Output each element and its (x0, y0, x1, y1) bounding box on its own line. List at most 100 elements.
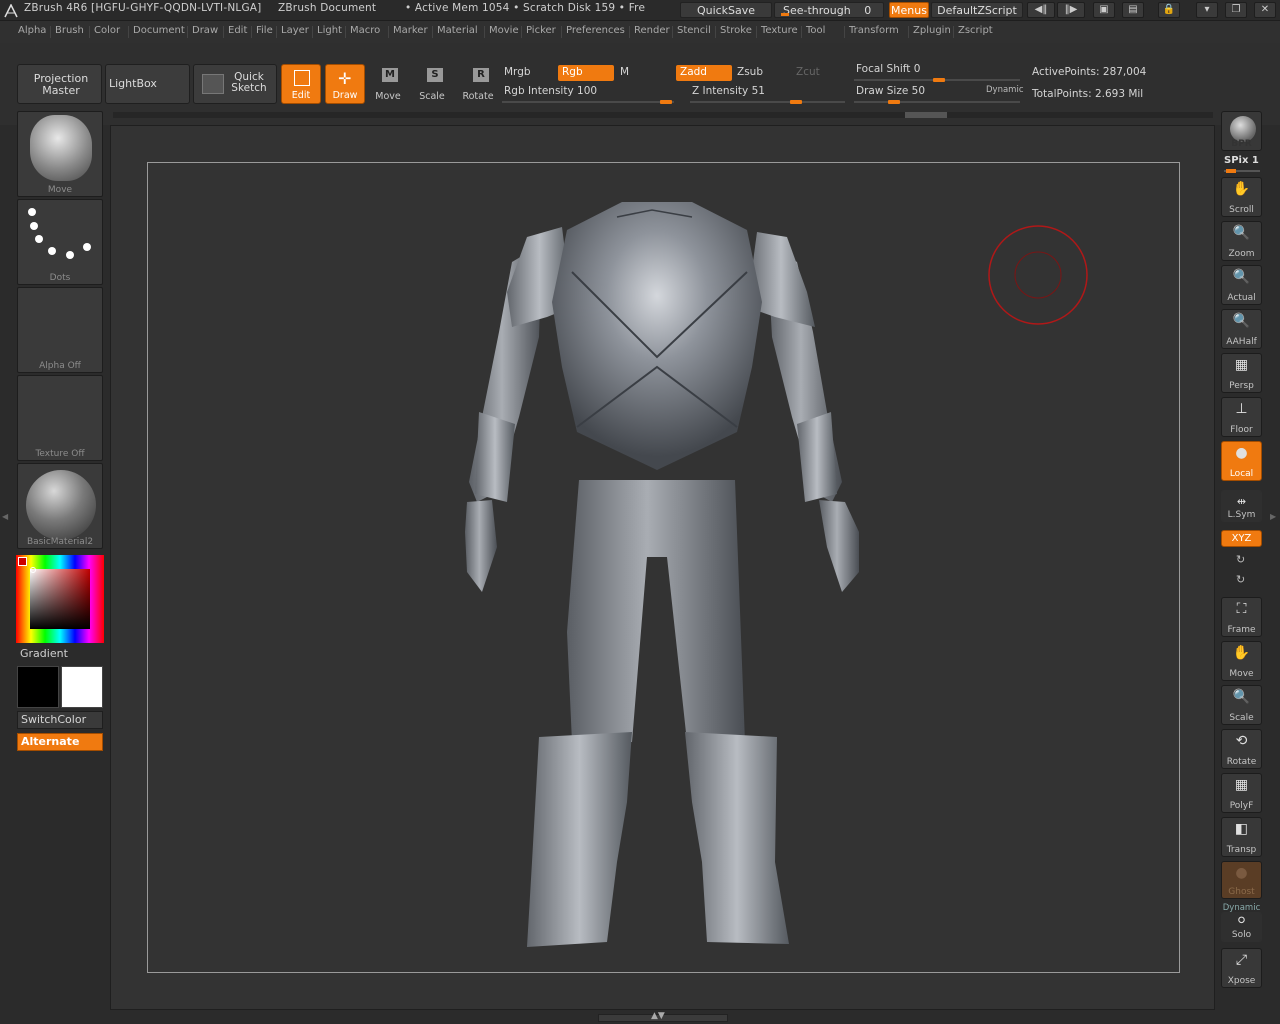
zcut-button[interactable]: Zcut (792, 65, 842, 81)
menu-item-picker[interactable]: Picker (526, 25, 556, 36)
color-picker[interactable] (16, 555, 104, 643)
see-through-slider[interactable]: See-through 0 (774, 2, 884, 18)
scroll-right-icon[interactable]: ‖▶ (1057, 2, 1085, 18)
menu-item-document[interactable]: Document (133, 25, 185, 36)
layout-b-icon[interactable]: ▤ (1122, 2, 1144, 18)
focal-shift-knob[interactable] (933, 78, 945, 82)
local-button[interactable]: ● Local (1221, 441, 1262, 481)
z-intensity-knob[interactable] (790, 100, 802, 104)
draw-size-knob[interactable] (888, 100, 900, 104)
spix-slider-track[interactable] (1224, 169, 1260, 173)
floor-button[interactable]: ⊥ Floor (1221, 397, 1262, 437)
menu-item-marker[interactable]: Marker (393, 25, 428, 36)
actual-button[interactable]: 🔍 Actual (1221, 265, 1262, 305)
z-intensity-slider[interactable]: Z Intensity 51 (688, 84, 848, 100)
menu-item-tool[interactable]: Tool (806, 25, 825, 36)
menu-item-zscript[interactable]: Zscript (958, 25, 993, 36)
armor-model[interactable] (147, 162, 1180, 973)
rotate-view-button[interactable]: ⟲ Rotate (1221, 729, 1262, 769)
menu-item-render[interactable]: Render (634, 25, 670, 36)
menu-item-light[interactable]: Light (317, 25, 342, 36)
material-thumbnail[interactable]: BasicMaterial2 (17, 463, 103, 549)
ghost-button[interactable]: ● Ghost (1221, 861, 1262, 899)
texture-thumbnail[interactable]: Texture Off (17, 375, 103, 461)
spix-label[interactable]: SPix 1 (1224, 155, 1259, 166)
zsub-button[interactable]: Zsub (733, 65, 789, 81)
lightbox-button[interactable]: LightBox (105, 64, 190, 104)
rgb-intensity-knob[interactable] (660, 100, 672, 104)
rotate-mode-button[interactable]: R Rotate (459, 64, 497, 104)
menus-button[interactable]: Menus (889, 2, 929, 18)
projection-master-button[interactable]: Projection Master (17, 64, 102, 104)
zoom-button[interactable]: 🔍 Zoom (1221, 221, 1262, 261)
bottom-tray-arrow-icon[interactable]: ▲▼ (651, 1011, 665, 1021)
transp-button[interactable]: ◧ Transp (1221, 817, 1262, 857)
spix-slider-knob[interactable] (1226, 169, 1236, 173)
rotate-z-icon[interactable]: ↻ (1236, 573, 1245, 586)
menu-item-material[interactable]: Material (437, 25, 478, 36)
secondary-color-swatch[interactable] (61, 666, 103, 708)
menu-item-edit[interactable]: Edit (228, 25, 247, 36)
menu-item-draw[interactable]: Draw (192, 25, 218, 36)
persp-button[interactable]: ▦ Persp (1221, 353, 1262, 393)
draw-size-slider[interactable]: Draw Size 50 (852, 84, 962, 100)
minimize-icon[interactable]: ▾ (1196, 2, 1218, 18)
alternate-button[interactable]: Alternate (17, 733, 103, 751)
right-tray-arrow-icon[interactable]: ▶ (1270, 512, 1276, 521)
menu-item-transform[interactable]: Transform (849, 25, 899, 36)
color-square[interactable] (30, 569, 90, 629)
rgb-button[interactable]: Rgb (558, 65, 614, 81)
polyf-button[interactable]: ▦ PolyF (1221, 773, 1262, 813)
stroke-thumbnail[interactable]: Dots (17, 199, 103, 285)
scroll-button[interactable]: ✋ Scroll (1221, 177, 1262, 217)
default-zscript-button[interactable]: DefaultZScript (931, 2, 1023, 18)
toolbar-scroll-thumb[interactable] (905, 112, 947, 118)
lock-icon[interactable]: 🔒 (1158, 2, 1180, 18)
alpha-thumbnail[interactable]: Alpha Off (17, 287, 103, 373)
lsym-button[interactable]: ⇹ L.Sym (1221, 490, 1262, 522)
brush-thumbnail[interactable]: Move (17, 111, 103, 197)
restore-icon[interactable]: ❐ (1225, 2, 1247, 18)
menu-item-alpha[interactable]: Alpha (18, 25, 46, 36)
scale-view-button[interactable]: 🔍 Scale (1221, 685, 1262, 725)
m-button[interactable]: M (616, 65, 672, 81)
zadd-button[interactable]: Zadd (676, 65, 732, 81)
move-view-button[interactable]: ✋ Move (1221, 641, 1262, 681)
scale-mode-button[interactable]: S Scale (413, 64, 451, 104)
switch-color-button[interactable]: SwitchColor (17, 711, 103, 729)
focal-shift-slider[interactable]: Focal Shift 0 (852, 62, 1022, 78)
menu-item-color[interactable]: Color (94, 25, 120, 36)
bpr-button[interactable]: BPR (1221, 111, 1262, 151)
quicksave-button[interactable]: QuickSave (680, 2, 772, 18)
menu-item-brush[interactable]: Brush (55, 25, 84, 36)
dynamic-toggle[interactable]: Dynamic (986, 85, 1024, 95)
menu-item-zplugin[interactable]: Zplugin (913, 25, 951, 36)
solo-button[interactable]: ⚪ Solo (1221, 912, 1262, 942)
quick-sketch-button[interactable]: Quick Sketch (193, 64, 277, 104)
frame-button[interactable]: ⛶ Frame (1221, 597, 1262, 637)
menu-item-movie[interactable]: Movie (489, 25, 519, 36)
menu-item-file[interactable]: File (256, 25, 273, 36)
toolbar-scroll-strip[interactable] (113, 112, 1213, 118)
xyz-button[interactable]: XYZ (1221, 530, 1262, 547)
xpose-button[interactable]: ⤢ Xpose (1221, 948, 1262, 988)
rgb-intensity-slider[interactable]: Rgb Intensity 100 (500, 84, 675, 100)
mrgb-button[interactable]: Mrgb (500, 65, 556, 81)
menu-item-texture[interactable]: Texture (761, 25, 798, 36)
rotate-y-icon[interactable]: ↻ (1236, 553, 1245, 566)
draw-button[interactable]: ✛ Draw (325, 64, 365, 104)
edit-button[interactable]: Edit (281, 64, 321, 104)
main-color-swatch[interactable] (17, 666, 59, 708)
move-mode-button[interactable]: M Move (369, 64, 407, 104)
left-tray-arrow-icon[interactable]: ◀ (2, 512, 8, 521)
menu-item-layer[interactable]: Layer (281, 25, 309, 36)
menu-item-stencil[interactable]: Stencil (677, 25, 711, 36)
close-icon[interactable]: ✕ (1254, 2, 1276, 18)
menu-item-macro[interactable]: Macro (350, 25, 380, 36)
aahalf-button[interactable]: 🔍 AAHalf (1221, 309, 1262, 349)
scroll-left-icon[interactable]: ◀‖ (1027, 2, 1055, 18)
layout-a-icon[interactable]: ▣ (1093, 2, 1115, 18)
gradient-label[interactable]: Gradient (20, 647, 68, 660)
menu-item-preferences[interactable]: Preferences (566, 25, 625, 36)
menu-item-stroke[interactable]: Stroke (720, 25, 752, 36)
